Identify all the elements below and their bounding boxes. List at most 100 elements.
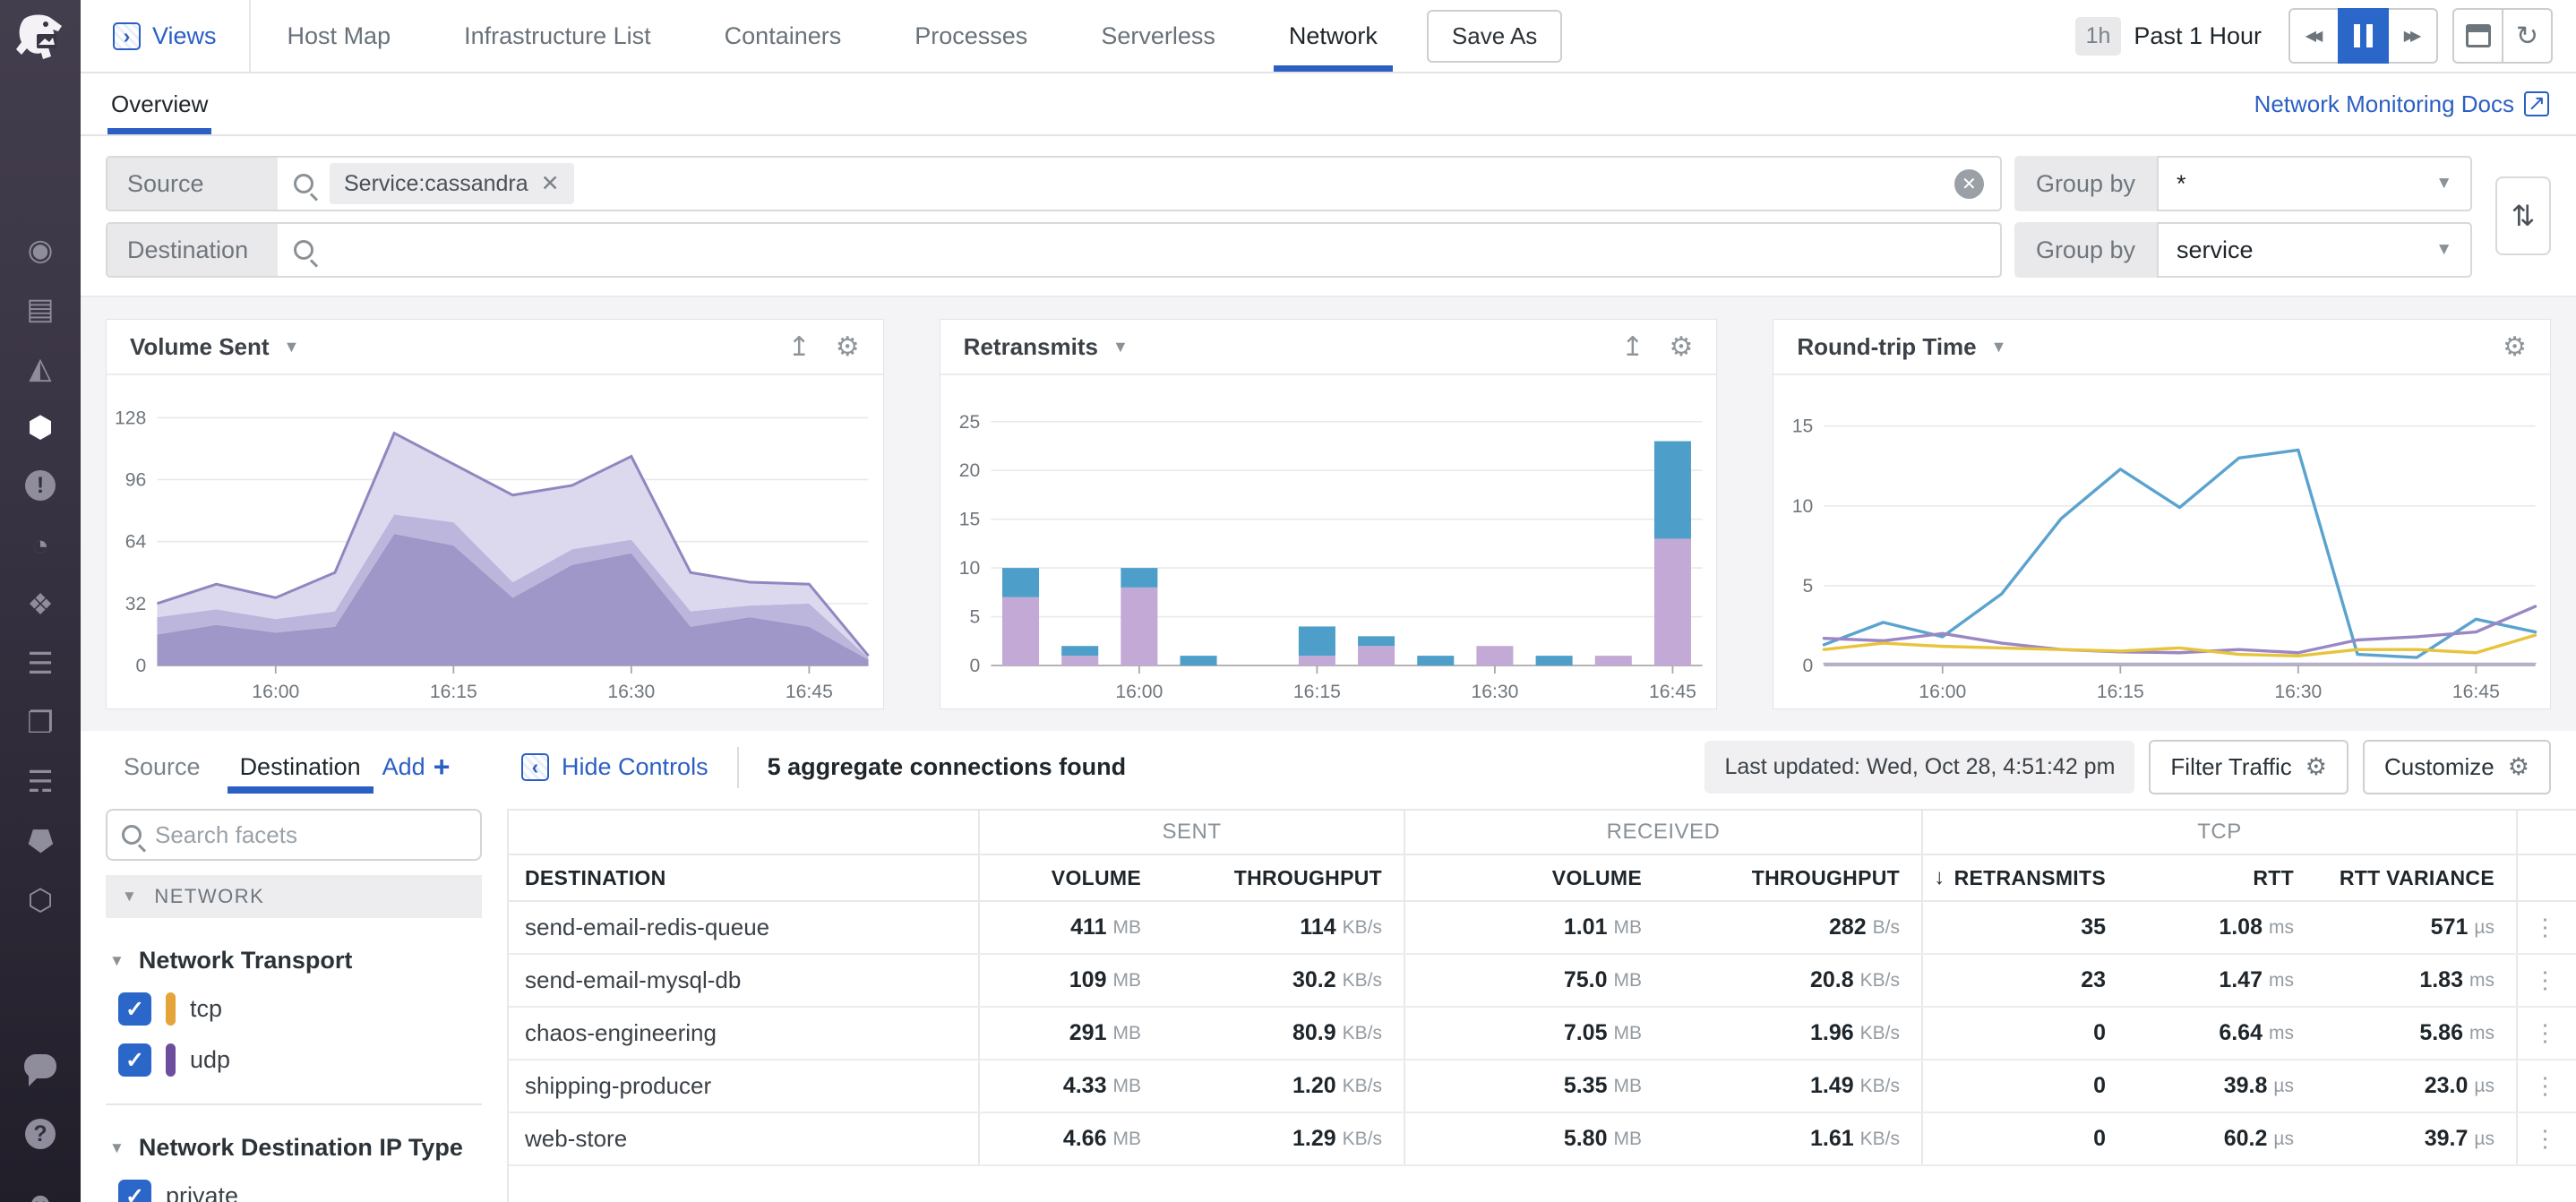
facet-tab-destination[interactable]: Destination — [222, 742, 379, 794]
source-search-area[interactable]: Service:cassandra ✕ ✕ — [278, 158, 2000, 210]
hide-controls-button[interactable]: ‹ Hide Controls — [521, 753, 708, 781]
cell-destination[interactable]: shipping-producer — [509, 1060, 978, 1112]
facet-group-network[interactable]: ▼ NETWORK — [106, 875, 482, 918]
table-row[interactable]: web-store4.66MB1.29KB/s5.80MB1.61KB/s060… — [509, 1113, 2576, 1166]
sidebar-item-monitors[interactable]: ! — [21, 469, 60, 502]
checkbox-udp[interactable]: ✓ — [118, 1043, 151, 1077]
swap-source-destination-button[interactable]: ⇅ — [2495, 176, 2551, 255]
sidebar-item-watchdog[interactable]: ◉ — [21, 233, 60, 265]
clear-search-icon[interactable]: ✕ — [1954, 169, 1984, 199]
save-as-button[interactable]: Save As — [1427, 10, 1562, 63]
destination-search-field[interactable]: Destination — [106, 222, 2002, 278]
column-header-retransmits-5[interactable]: ↓RETRANSMITS — [1921, 855, 2127, 900]
sidebar-item-teams[interactable]: ☻ — [21, 1186, 60, 1202]
facet-tab-source[interactable]: Source — [106, 742, 219, 794]
sidebar-item-help[interactable]: ? — [21, 1118, 60, 1150]
chart-title-dropdown[interactable]: Round-trip Time — [1797, 333, 1976, 361]
sidebar-item-network[interactable]: ⬡ — [21, 883, 60, 915]
views-label: Views — [152, 22, 217, 50]
time-forward-button[interactable]: ▶▶ — [2387, 8, 2438, 64]
datadog-logo[interactable] — [0, 0, 81, 75]
time-range-badge[interactable]: 1h — [2075, 17, 2122, 56]
value: 291 — [1069, 1020, 1107, 1046]
sidebar-item-notebooks[interactable]: ❐ — [21, 706, 60, 738]
chart-plot-volume-sent[interactable]: 032649612816:0016:1516:3016:45 — [107, 375, 883, 708]
tab-serverless[interactable]: Serverless — [1064, 0, 1252, 72]
calendar-button[interactable] — [2452, 8, 2503, 64]
row-menu-icon[interactable]: ⋮ — [2516, 1113, 2572, 1164]
row-menu-icon[interactable]: ⋮ — [2516, 955, 2572, 1006]
sidebar-item-infrastructure[interactable]: ⬢ — [21, 410, 60, 442]
tab-infrastructure-list[interactable]: Infrastructure List — [427, 0, 688, 72]
docs-link[interactable]: Network Monitoring Docs ↗ — [2254, 90, 2549, 118]
cell-destination[interactable]: send-email-mysql-db — [509, 955, 978, 1006]
refresh-button[interactable]: ↻ — [2502, 8, 2553, 64]
cell-destination[interactable]: chaos-engineering — [509, 1008, 978, 1059]
gear-icon[interactable]: ⚙ — [836, 331, 860, 363]
chart-plot-retransmits[interactable]: 051015202516:0016:1516:3016:45 — [940, 375, 1717, 708]
checkbox-tcp[interactable]: ✓ — [118, 992, 151, 1026]
time-range-label[interactable]: Past 1 Hour — [2134, 22, 2262, 50]
column-header-volume[interactable]: VOLUME — [978, 855, 1163, 900]
unit: ms — [2269, 917, 2294, 939]
table-row[interactable]: send-email-mysql-db109MB30.2KB/s75.0MB20… — [509, 955, 2576, 1008]
gear-icon[interactable]: ⚙ — [2503, 331, 2527, 363]
facet-section-title[interactable]: ▼Network Transport — [109, 947, 478, 974]
table-row[interactable]: shipping-producer4.33MB1.20KB/s5.35MB1.4… — [509, 1060, 2576, 1113]
row-menu-icon[interactable]: ⋮ — [2516, 1060, 2572, 1112]
destination-group-by-select[interactable]: service ▼ — [2157, 222, 2472, 278]
source-search-field[interactable]: Source Service:cassandra ✕ ✕ — [106, 156, 2002, 211]
cell-destination[interactable]: send-email-redis-queue — [509, 902, 978, 953]
chart-plot-round-trip-time[interactable]: 05101516:0016:1516:3016:45 — [1773, 375, 2550, 708]
checkbox-private[interactable]: ✓ — [118, 1180, 151, 1202]
column-header-destination[interactable]: DESTINATION — [509, 855, 978, 900]
table-row[interactable]: chaos-engineering291MB80.9KB/s7.05MB1.96… — [509, 1008, 2576, 1060]
column-header-label: RETRANSMITS — [1954, 866, 2106, 890]
remove-tag-icon[interactable]: ✕ — [541, 170, 560, 197]
source-filter-tag[interactable]: Service:cassandra ✕ — [330, 163, 574, 204]
tab-containers[interactable]: Containers — [688, 0, 879, 72]
facet-search[interactable] — [106, 809, 482, 861]
views-button[interactable]: › Views — [81, 0, 249, 72]
cell-destination[interactable]: web-store — [509, 1113, 978, 1164]
chart-title-dropdown[interactable]: Retransmits — [964, 333, 1098, 361]
unit: MB — [1614, 1076, 1643, 1097]
sidebar-item-dashboards[interactable]: ▤ — [21, 292, 60, 324]
time-backward-button[interactable]: ◀◀ — [2288, 8, 2340, 64]
sidebar-item-logs[interactable]: ☴ — [21, 765, 60, 797]
export-icon[interactable]: ↥ — [1621, 331, 1644, 363]
sidebar-item-security[interactable]: ⬟ — [21, 824, 60, 856]
column-header-throughput[interactable]: THROUGHPUT — [1163, 855, 1404, 900]
destination-search-area[interactable] — [278, 224, 2000, 276]
table-row[interactable]: send-email-redis-queue411MB114KB/s1.01MB… — [509, 902, 2576, 955]
facet-section-title[interactable]: ▼Network Destination IP Type — [109, 1134, 478, 1162]
sidebar-item-slo[interactable]: ◔ — [21, 528, 60, 561]
tab-host-map[interactable]: Host Map — [251, 0, 428, 72]
gear-icon[interactable]: ⚙ — [1669, 331, 1693, 363]
export-icon[interactable]: ↥ — [788, 331, 811, 363]
facet-search-input[interactable] — [155, 821, 466, 849]
tab-network[interactable]: Network — [1252, 0, 1414, 72]
chart-title-dropdown[interactable]: Volume Sent — [130, 333, 270, 361]
sidebar-item-metrics[interactable]: ◭ — [21, 351, 60, 383]
row-menu-icon[interactable]: ⋮ — [2516, 1008, 2572, 1059]
sidebar-item-chat[interactable] — [21, 1050, 60, 1082]
source-group-by-select[interactable]: * ▼ — [2157, 156, 2472, 211]
column-header-rtt-variance-7[interactable]: RTT VARIANCE — [2315, 855, 2516, 900]
add-facet-tab-button[interactable]: Add+ — [382, 751, 451, 784]
tab-processes[interactable]: Processes — [878, 0, 1064, 72]
unit: µs — [2474, 917, 2494, 939]
cell-sent-volume: 109MB — [978, 955, 1163, 1006]
cell-sent-throughput: 1.20KB/s — [1163, 1060, 1404, 1112]
chevron-down-icon: ▼ — [2435, 174, 2452, 193]
row-menu-icon[interactable]: ⋮ — [2516, 902, 2572, 953]
sidebar-item-traces[interactable]: ☰ — [21, 647, 60, 679]
column-header-volume-3[interactable]: VOLUME — [1404, 855, 1663, 900]
pause-button[interactable] — [2338, 8, 2389, 64]
customize-button[interactable]: Customize ⚙ — [2363, 740, 2551, 794]
column-header-rtt-6[interactable]: RTT — [2127, 855, 2315, 900]
sidebar-item-integrations[interactable]: ❖ — [21, 588, 60, 620]
column-header-throughput-4[interactable]: THROUGHPUT — [1663, 855, 1921, 900]
filter-traffic-button[interactable]: Filter Traffic ⚙ — [2149, 740, 2348, 794]
tab-overview[interactable]: Overview — [107, 73, 211, 134]
